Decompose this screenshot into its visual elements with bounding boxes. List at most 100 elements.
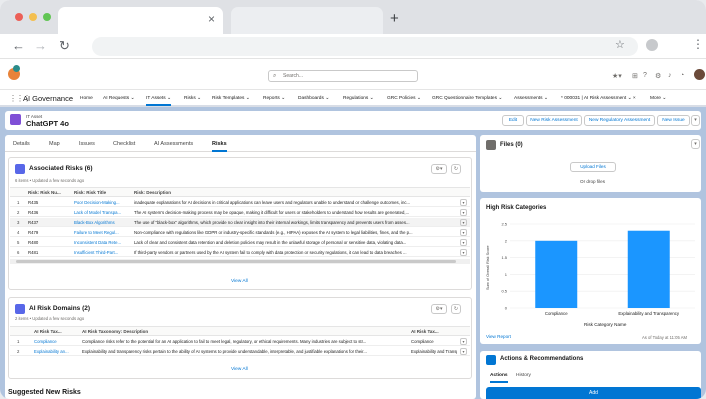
close-window-dot[interactable]	[15, 13, 23, 21]
table-row[interactable]: 1 Compliance Compliance risks refer to t…	[10, 337, 470, 346]
drop-files-zone[interactable]: Or drop files	[580, 179, 605, 184]
refresh-icon[interactable]: ↻	[451, 304, 461, 314]
tab-issues[interactable]: Issues	[79, 141, 95, 147]
browser-menu-icon[interactable]: ⋮	[692, 37, 704, 51]
nav-item-reports[interactable]: Reports ⌄	[263, 96, 285, 101]
tab-risks[interactable]: Risks	[212, 141, 227, 152]
browser-tab-active[interactable]: ×	[58, 7, 223, 34]
domain-name-link[interactable]: Explainability an...	[34, 349, 78, 354]
nav-item-home[interactable]: Home	[80, 96, 93, 101]
list-settings-gear-icon[interactable]: ⚙▾	[431, 164, 447, 174]
refresh-icon[interactable]: ↻	[451, 164, 461, 174]
nav-item-risk-templates[interactable]: Risk Templates ⌄	[212, 96, 250, 101]
row-action-menu[interactable]: ▾	[460, 348, 467, 355]
nav-item-grc-questionnaire-templates[interactable]: GRC Questionnaire Templates ⌄	[432, 96, 502, 101]
bar-explainability-and-transparency[interactable]	[627, 230, 670, 308]
column-taxonomy-description[interactable]: AI Risk Taxonomy: Description	[82, 329, 148, 334]
maximize-window-dot[interactable]	[43, 13, 51, 21]
notifications-bell-icon[interactable]: ♪	[668, 72, 672, 79]
browser-tabstrip: × +	[0, 0, 706, 34]
browser-tab[interactable]	[231, 7, 383, 34]
more-actions-button[interactable]: ▾	[691, 115, 700, 126]
row-number: 1	[17, 339, 20, 344]
table-row[interactable]: 5 R480 Inconsistent Data Rete... Lack of…	[10, 238, 470, 247]
tab-map[interactable]: Map	[49, 141, 60, 147]
view-all-domains-link[interactable]: View All	[231, 367, 248, 372]
reload-icon[interactable]: ↻	[59, 38, 70, 54]
risk-title-link[interactable]: Lack of Model Transpa...	[74, 210, 130, 215]
associated-risks-subtitle: 6 items • Updated a few seconds ago	[15, 178, 85, 183]
table-row[interactable]: 6 R481 Insufficient Third-Part... If thi…	[10, 248, 470, 257]
row-action-menu[interactable]: ▾	[460, 338, 467, 345]
row-action-menu[interactable]: ▾	[460, 229, 467, 236]
table-row[interactable]: 2 R436 Lack of Model Transpa... The AI s…	[10, 208, 470, 217]
upload-files-button[interactable]: Upload Files	[570, 162, 616, 172]
user-avatar[interactable]	[694, 69, 705, 80]
favorites-icon[interactable]: ★▾	[612, 72, 622, 80]
tab-checklist[interactable]: Checklist	[113, 141, 135, 147]
nav-item-dashboards[interactable]: Dashboards ⌄	[298, 96, 329, 101]
new-issue-button[interactable]: New Issue	[657, 115, 690, 126]
risk-title-link[interactable]: Insufficient Third-Part...	[74, 250, 130, 255]
global-search-input[interactable]: ⌕ Search...	[268, 70, 418, 82]
table-row[interactable]: 2 Explainability an... Explainability an…	[10, 347, 470, 356]
list-settings-gear-icon[interactable]: ⚙▾	[431, 304, 447, 314]
nav-item-assessments[interactable]: Assessments ⌄	[514, 96, 548, 101]
add-icon[interactable]: ⊞	[632, 72, 638, 80]
table-row[interactable]: 4 R479 Failure to Meet Regul... Non-comp…	[10, 228, 470, 237]
row-action-menu[interactable]: ▾	[460, 219, 467, 226]
row-action-menu[interactable]: ▾	[460, 199, 467, 206]
column-taxonomy-name[interactable]: AI Risk Tax...	[34, 329, 62, 334]
table-row[interactable]: 3 R437 Black-Box Algorithms The use of "…	[10, 218, 470, 227]
app-logo-accent	[13, 65, 20, 72]
nav-item-more[interactable]: More ⌄	[650, 96, 666, 101]
column-risk-description[interactable]: Risk: Description	[134, 190, 171, 195]
row-action-menu[interactable]: ▾	[460, 209, 467, 216]
setup-gear-icon[interactable]: ⚙	[655, 72, 661, 80]
tab-history[interactable]: History	[516, 373, 531, 378]
tab-ai-assessments[interactable]: AI Assessments	[154, 141, 193, 147]
risk-list-icon	[15, 164, 25, 174]
nav-item-ai-risk-assessment[interactable]: * 000031 | AI Risk Assessment ⌄ ×	[561, 96, 636, 101]
nav-item-regulations[interactable]: Regulations ⌄	[343, 96, 374, 101]
bar-compliance[interactable]	[535, 240, 578, 308]
domain-name-link[interactable]: Compliance	[34, 339, 78, 344]
back-icon[interactable]: ←	[12, 38, 25, 53]
close-tab-icon[interactable]: ×	[208, 12, 215, 26]
risk-title-link[interactable]: Poor Decision-Making...	[74, 200, 130, 205]
edit-button[interactable]: Edit	[502, 115, 524, 126]
nav-item-ai-requests[interactable]: AI Requests ⌄	[103, 96, 134, 101]
row-action-menu[interactable]: ▾	[460, 249, 467, 256]
view-all-risks-link[interactable]: View All	[231, 279, 248, 284]
record-tabs: Details Map Issues Checklist AI Assessme…	[5, 135, 476, 152]
profile-avatar[interactable]	[646, 39, 658, 51]
tab-actions[interactable]: Actions	[490, 373, 508, 383]
tab-details[interactable]: Details	[13, 141, 30, 147]
bookmark-icon[interactable]: ☆	[615, 38, 625, 51]
minimize-window-dot[interactable]	[29, 13, 37, 21]
help-icon[interactable]: ?	[643, 72, 647, 79]
new-risk-assessment-button[interactable]: New Risk Assessment	[526, 115, 582, 126]
address-bar[interactable]	[92, 37, 638, 56]
table-row[interactable]: 1 R435 Poor Decision-Making... inadequat…	[10, 198, 470, 207]
risk-title-link[interactable]: Black-Box Algorithms	[74, 220, 130, 225]
add-action-button[interactable]: Add	[486, 387, 701, 399]
view-report-link[interactable]: View Report	[486, 334, 511, 339]
files-menu-icon[interactable]: ▾	[691, 139, 700, 149]
new-tab-button[interactable]: +	[390, 10, 399, 27]
new-regulatory-assessment-button[interactable]: New Regulatory Assessment	[584, 115, 655, 126]
risk-title-link[interactable]: Inconsistent Data Rete...	[74, 240, 130, 245]
notifications-icon[interactable]: ◔	[680, 72, 684, 79]
risk-title-link[interactable]: Failure to Meet Regul...	[74, 230, 130, 235]
scrollbar-thumb[interactable]	[16, 260, 456, 263]
forward-icon[interactable]: →	[34, 38, 47, 53]
nav-item-risks[interactable]: Risks ⌄	[184, 96, 201, 101]
nav-item-grc-policies[interactable]: GRC Policies ⌄	[387, 96, 421, 101]
row-action-menu[interactable]: ▾	[460, 239, 467, 246]
column-taxonomy-category[interactable]: AI Risk Tax...	[411, 329, 439, 334]
y-tick-label: 0	[505, 306, 508, 311]
horizontal-scrollbar[interactable]	[10, 259, 470, 264]
nav-item-it-assets[interactable]: IT Assets ⌄	[146, 96, 171, 106]
column-risk-number[interactable]: Risk: Risk Nu...	[28, 190, 61, 195]
column-risk-title[interactable]: Risk: Risk Title	[74, 190, 106, 195]
